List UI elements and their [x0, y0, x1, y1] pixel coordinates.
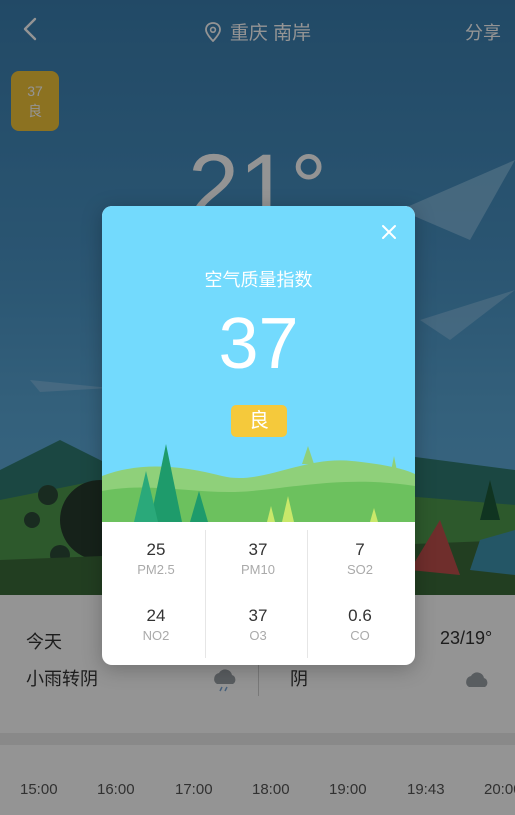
pollutant-cell-co: 0.6 CO [308, 588, 412, 654]
pollutant-label: SO2 [346, 562, 373, 577]
pollutant-cell-so2: 7 SO2 [308, 522, 412, 588]
pollutant-value: 37 [248, 606, 268, 625]
pollutant-cell-o3: 37 O3 [206, 588, 310, 654]
pollutant-label: PM10 [241, 562, 275, 577]
close-icon[interactable] [379, 222, 399, 242]
aqi-level-badge: 良 [231, 405, 287, 437]
pollutant-value: 7 [355, 540, 365, 559]
aqi-modal: 空气质量指数 37 良 25 PM2.5 37 PM10 7 SO2 24 NO… [102, 206, 415, 665]
aqi-value: 37 [218, 304, 299, 384]
pollutant-label: PM2.5 [137, 562, 175, 577]
pollutant-value: 37 [248, 540, 268, 559]
pollutant-label: NO2 [142, 628, 170, 643]
pollutant-cell-pm10: 37 PM10 [206, 522, 310, 588]
pollutant-label: O3 [249, 628, 267, 643]
pollutant-grid: 25 PM2.5 37 PM10 7 SO2 24 NO2 37 O3 0.6 … [102, 522, 415, 665]
pollutant-label: CO [350, 628, 370, 643]
aqi-modal-header: 空气质量指数 37 良 [102, 206, 415, 522]
pollutant-cell-no2: 24 NO2 [104, 588, 208, 654]
pollutant-value: 25 [146, 540, 166, 559]
pollutant-value: 24 [146, 606, 166, 625]
aqi-modal-title: 空气质量指数 [204, 270, 313, 290]
landscape-illustration [102, 444, 415, 522]
pollutant-cell-pm25: 25 PM2.5 [104, 522, 208, 588]
pollutant-value: 0.6 [348, 606, 372, 625]
